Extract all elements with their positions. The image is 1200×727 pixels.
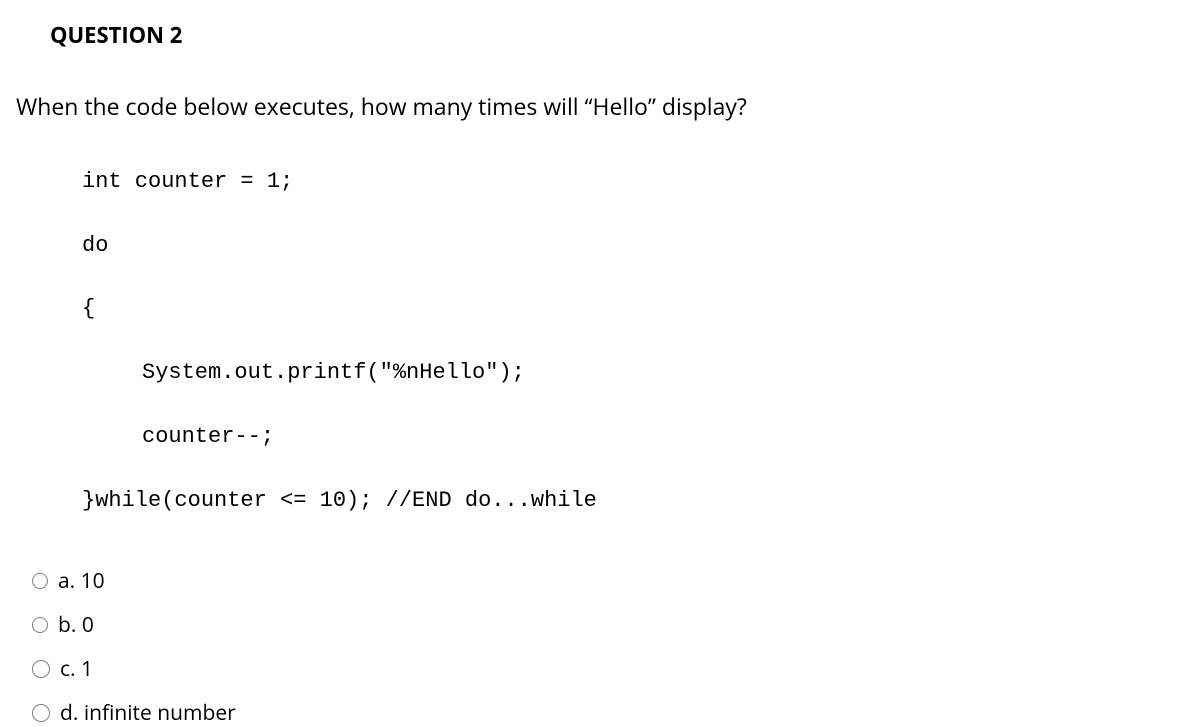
radio-icon[interactable] [32,617,48,633]
code-line: do [82,230,1200,262]
option-d[interactable]: d. infinite number [32,699,1200,727]
code-line: System.out.printf("%nHello"); [82,357,1200,389]
option-label: d. infinite number [60,699,236,727]
option-c[interactable]: c. 1 [32,655,1200,683]
option-label: b. 0 [58,611,94,639]
question-header: QUESTION 2 [0,20,1200,50]
code-line: }while(counter <= 10); //END do...while [82,485,1200,517]
option-b[interactable]: b. 0 [32,611,1200,639]
code-line: counter--; [82,421,1200,453]
radio-icon[interactable] [32,704,50,722]
radio-icon[interactable] [32,660,50,678]
option-label: a. 10 [58,567,105,595]
code-block: int counter = 1; do { System.out.printf(… [0,134,1200,549]
code-line: { [82,293,1200,325]
radio-icon[interactable] [32,573,48,589]
option-a[interactable]: a. 10 [32,567,1200,595]
code-line: int counter = 1; [82,166,1200,198]
option-label: c. 1 [60,655,93,683]
answer-options: a. 10 b. 0 c. 1 d. infinite number [0,567,1200,727]
question-prompt: When the code below executes, how many t… [0,90,1200,122]
